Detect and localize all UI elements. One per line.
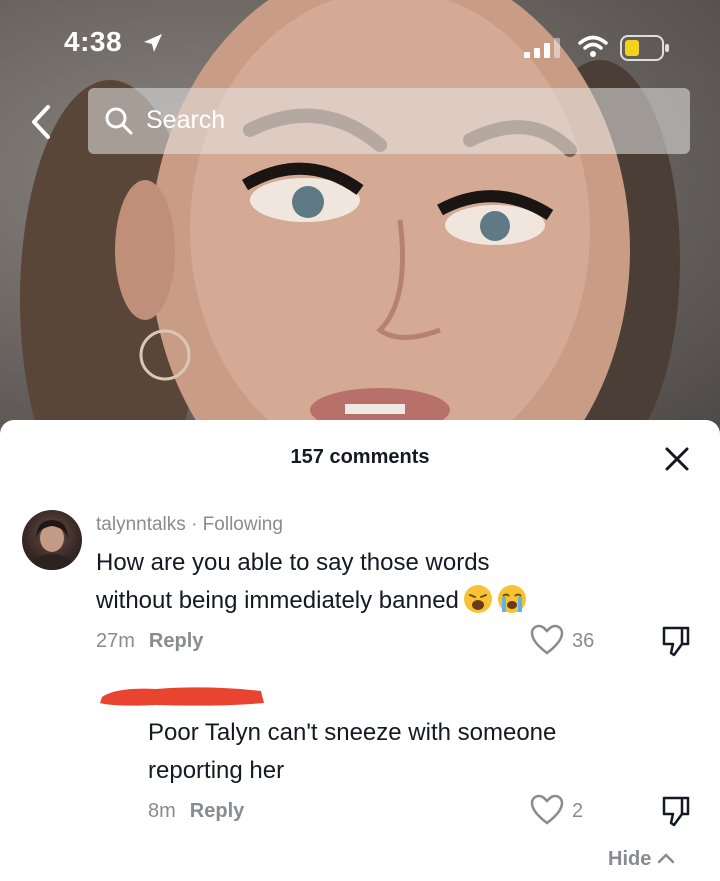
like-count: 36 <box>572 630 595 652</box>
back-chevron-icon[interactable] <box>26 104 56 140</box>
reply-button[interactable]: Reply <box>190 800 244 822</box>
comment-meta: 27m Reply <box>96 630 203 653</box>
like-count: 2 <box>572 800 584 822</box>
hide-replies-button[interactable]: Hide <box>608 848 675 871</box>
heart-icon[interactable] <box>530 794 564 826</box>
comment-age: 27m <box>96 630 135 652</box>
comment-line: Poor Talyn can't sneeze with someone <box>148 719 557 746</box>
comment-count: 157 comments <box>290 446 430 468</box>
comment-meta: 8m Reply <box>148 800 244 823</box>
comment-author[interactable]: talynntalks · Following <box>96 514 283 536</box>
avatar[interactable] <box>22 510 82 570</box>
status-time: 4:38 <box>64 26 123 57</box>
dislike-icon[interactable] <box>660 794 692 828</box>
dislike-icon[interactable] <box>660 624 692 658</box>
comment-line-with-emoji: without being immediately banned <box>96 582 527 620</box>
weary-face-emoji-icon <box>463 585 492 613</box>
username[interactable]: talynntalks <box>96 514 186 535</box>
search-bar[interactable]: Search <box>88 88 690 154</box>
comment-text: Poor Talyn can't sneeze with someone rep… <box>148 714 556 790</box>
comment-line: reporting her <box>148 757 285 784</box>
heart-icon[interactable] <box>530 624 564 656</box>
comment-line: How are you able to say those words <box>96 549 490 576</box>
search-placeholder: Search <box>146 106 226 134</box>
redacted-username <box>100 687 264 706</box>
comment-text: How are you able to say those words with… <box>96 544 527 620</box>
comment-line: without being immediately banned <box>96 587 459 614</box>
face-image <box>20 0 680 440</box>
video-background <box>0 0 720 440</box>
battery-icon <box>620 35 669 61</box>
wifi-icon <box>578 35 608 57</box>
loudly-crying-face-emoji-icon <box>497 585 526 613</box>
reply-button[interactable]: Reply <box>149 630 203 652</box>
search-icon <box>105 107 133 135</box>
following-label: Following <box>202 514 283 535</box>
chevron-up-icon <box>657 853 675 864</box>
hide-label: Hide <box>608 848 652 870</box>
location-arrow-icon <box>144 34 162 52</box>
cellular-signal-icon <box>524 38 560 58</box>
close-icon[interactable] <box>664 446 690 472</box>
comment-age: 8m <box>148 800 176 822</box>
